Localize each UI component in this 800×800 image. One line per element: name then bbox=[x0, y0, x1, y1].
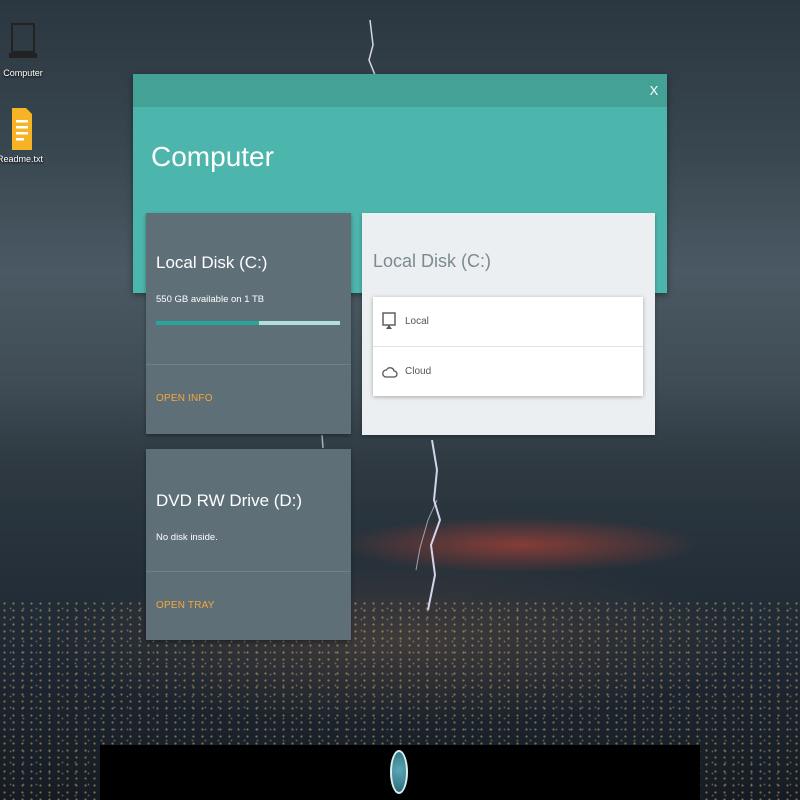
desktop-icon-label: Computer bbox=[3, 68, 43, 78]
drive-card-d[interactable]: DVD RW Drive (D:) No disk inside. OPEN T… bbox=[146, 449, 351, 640]
list-item-label: Local bbox=[405, 316, 429, 327]
cloud-icon bbox=[382, 367, 398, 378]
window-titlebar[interactable]: X bbox=[133, 74, 667, 107]
monitor-icon bbox=[382, 312, 396, 329]
drive-name: DVD RW Drive (D:) bbox=[156, 491, 303, 510]
close-button[interactable]: X bbox=[647, 83, 661, 98]
drive-card-c[interactable]: Local Disk (C:) 550 GB available on 1 TB… bbox=[146, 213, 351, 434]
info-button[interactable]: INFO bbox=[188, 393, 213, 404]
drive-status: 550 GB available on 1 TB bbox=[156, 294, 265, 305]
desktop-icon-computer[interactable]: Computer bbox=[0, 20, 46, 78]
open-button[interactable]: OPEN bbox=[156, 393, 185, 404]
open-tray-button[interactable]: OPEN TRAY bbox=[156, 600, 215, 611]
list-item-label: Cloud bbox=[405, 366, 432, 377]
drive-detail-panel: Local Disk (C:) Local Cloud bbox=[362, 213, 655, 435]
desktop-icon-readme[interactable]: Readme.txt bbox=[0, 106, 43, 164]
laptop-icon bbox=[9, 23, 37, 58]
desktop-icon-label: Readme.txt bbox=[0, 154, 44, 164]
taskbar bbox=[100, 745, 700, 800]
disk-usage-bar bbox=[156, 321, 340, 325]
card-divider bbox=[146, 364, 351, 365]
drive-name: Local Disk (C:) bbox=[156, 253, 268, 272]
document-icon bbox=[12, 108, 32, 150]
card-divider bbox=[146, 571, 351, 572]
list-item-local[interactable]: Local bbox=[373, 297, 643, 347]
window-title: Computer bbox=[151, 141, 274, 172]
detail-title: Local Disk (C:) bbox=[373, 251, 492, 271]
disk-usage-fill bbox=[156, 321, 260, 325]
list-item-cloud[interactable]: Cloud bbox=[373, 347, 643, 396]
start-orb-icon[interactable] bbox=[390, 750, 408, 794]
storage-location-list: Local Cloud bbox=[373, 297, 643, 396]
drive-status: No disk inside. bbox=[156, 532, 218, 543]
